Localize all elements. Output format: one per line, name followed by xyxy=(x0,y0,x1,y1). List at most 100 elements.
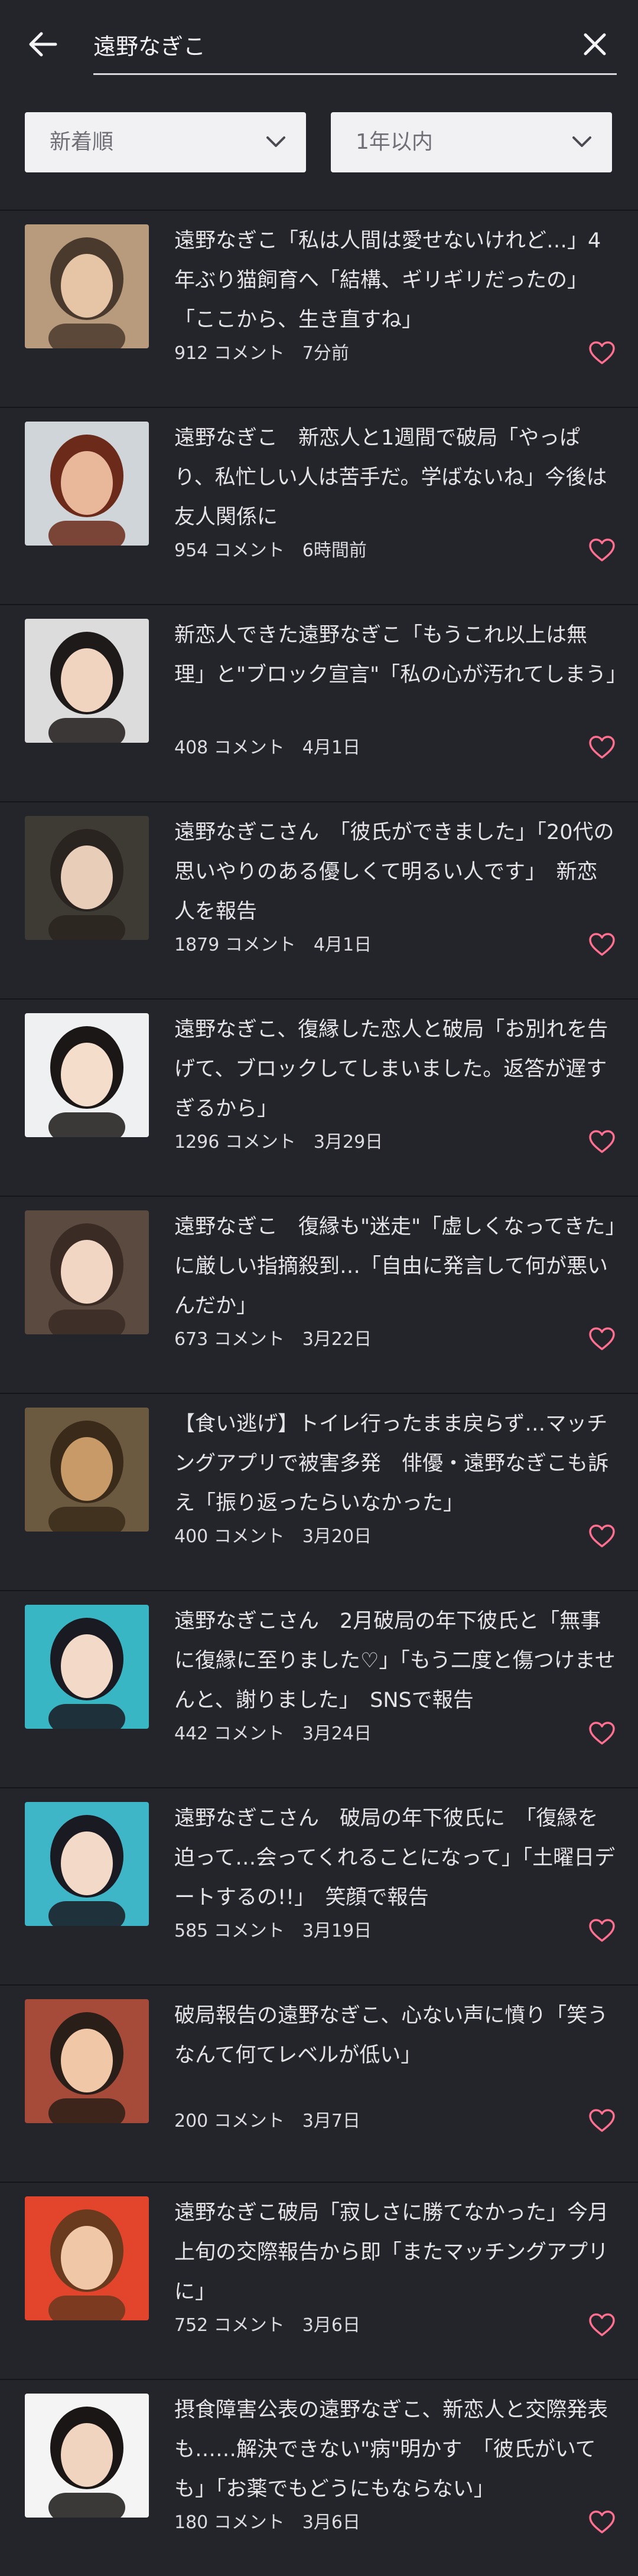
published-time: 3月29日 xyxy=(313,1132,383,1152)
comment-count: 585 コメント xyxy=(174,1921,285,1941)
article-title[interactable]: 摂食障害公表の遠野なぎこ、新恋人と交際発表も……解決できない"病"明かす 「彼氏… xyxy=(174,2391,617,2509)
search-underline xyxy=(93,73,617,75)
heart-icon xyxy=(589,2510,615,2533)
heart-icon xyxy=(589,2313,615,2336)
app-header xyxy=(0,0,638,89)
like-button[interactable] xyxy=(588,1327,616,1351)
like-button[interactable] xyxy=(588,1524,616,1549)
heart-icon xyxy=(589,1130,615,1153)
period-value: 1年以内 xyxy=(356,130,433,154)
article-thumbnail xyxy=(25,2394,149,2518)
article-item[interactable]: 破局報告の遠野なぎこ、心ない声に憤り「笑うなんて何てレベルが低い」 200 コメン… xyxy=(0,1984,638,2182)
article-thumbnail xyxy=(25,1408,149,1532)
article-item[interactable]: 遠野なぎこ、復縁した恋人と破局「お別れを告げて、ブロックしてしまいました。返答が… xyxy=(0,998,638,1196)
article-meta: 912 コメント 7分前 xyxy=(174,342,349,365)
comment-count: 673 コメント xyxy=(174,1329,285,1350)
article-title[interactable]: 遠野なぎこ 新恋人と1週間で破局「やっぱり、私忙しい人は苦手だ。学ばないね」今後… xyxy=(174,419,617,537)
comment-count: 400 コメント xyxy=(174,1526,285,1547)
article-thumbnail xyxy=(25,1999,149,2123)
article-meta: 673 コメント 3月22日 xyxy=(174,1328,372,1351)
article-item[interactable]: 【食い逃げ】トイレ行ったまま戻らず…マッチングアプリで被害多発 俳優・遠野なぎこ… xyxy=(0,1393,638,1590)
article-thumbnail xyxy=(25,1605,149,1729)
article-item[interactable]: 遠野なぎこさん 破局の年下彼氏に 「復縁を迫って…会ってくれることになって」「土… xyxy=(0,1787,638,1984)
comment-count: 752 コメント xyxy=(174,2315,285,2336)
heart-icon xyxy=(589,1524,615,1547)
like-button[interactable] xyxy=(588,2313,616,2337)
back-button[interactable] xyxy=(24,25,63,64)
published-time: 4月1日 xyxy=(302,737,360,758)
comment-count: 442 コメント xyxy=(174,1723,285,1744)
published-time: 3月24日 xyxy=(302,1723,372,1744)
article-title[interactable]: 遠野なぎこ破局「寂しさに勝てなかった」今月上旬の交際報告から即「またマッチングア… xyxy=(174,2193,617,2312)
article-meta: 180 コメント 3月6日 xyxy=(174,2511,360,2535)
heart-icon xyxy=(589,1919,615,1942)
article-thumbnail xyxy=(25,2196,149,2320)
article-title[interactable]: 【食い逃げ】トイレ行ったまま戻らず…マッチングアプリで被害多発 俳優・遠野なぎこ… xyxy=(174,1405,617,1523)
comment-count: 912 コメント xyxy=(174,343,285,364)
article-thumbnail xyxy=(25,224,149,348)
article-thumbnail xyxy=(25,422,149,546)
article-meta: 1879 コメント 4月1日 xyxy=(174,933,372,957)
article-meta: 585 コメント 3月19日 xyxy=(174,1919,372,1943)
filter-bar: 新着順 1年以内 xyxy=(0,89,638,218)
article-item[interactable]: 遠野なぎこさん 「彼氏ができました」「20代の思いやりのある優しくて明るい人です… xyxy=(0,801,638,998)
like-button[interactable] xyxy=(588,2108,616,2133)
close-icon xyxy=(584,33,606,55)
heart-icon xyxy=(589,1327,615,1350)
article-title[interactable]: 遠野なぎこ「私は人間は愛せないけれど…」4年ぶり猫飼育へ「結構、ギリギリだったの… xyxy=(174,221,617,340)
article-item[interactable]: 遠野なぎこ破局「寂しさに勝てなかった」今月上旬の交際報告から即「またマッチングア… xyxy=(0,2182,638,2379)
article-thumbnail xyxy=(25,619,149,743)
published-time: 6時間前 xyxy=(302,540,367,561)
like-button[interactable] xyxy=(588,735,616,760)
article-title[interactable]: 遠野なぎこさん 2月破局の年下彼氏と「無事に復縁に至りました♡」「もう二度と傷つ… xyxy=(174,1602,617,1720)
clear-search-button[interactable] xyxy=(577,26,613,63)
comment-count: 180 コメント xyxy=(174,2512,285,2533)
sort-order-select[interactable]: 新着順 xyxy=(25,112,306,172)
search-box xyxy=(93,22,617,76)
heart-icon xyxy=(589,2109,615,2132)
article-thumbnail xyxy=(25,816,149,940)
published-time: 7分前 xyxy=(302,343,349,364)
like-button[interactable] xyxy=(588,1918,616,1943)
article-item[interactable]: 遠野なぎこさん 2月破局の年下彼氏と「無事に復縁に至りました♡」「もう二度と傷つ… xyxy=(0,1590,638,1787)
article-title[interactable]: 遠野なぎこ、復縁した恋人と破局「お別れを告げて、ブロックしてしまいました。返答が… xyxy=(174,1010,617,1129)
article-title[interactable]: 破局報告の遠野なぎこ、心ない声に憤り「笑うなんて何てレベルが低い」 xyxy=(174,1996,617,2075)
comment-count: 200 コメント xyxy=(174,2111,285,2131)
like-button[interactable] xyxy=(588,538,616,563)
article-item[interactable]: 遠野なぎこ「私は人間は愛せないけれど…」4年ぶり猫飼育へ「結構、ギリギリだったの… xyxy=(0,210,638,407)
article-title[interactable]: 遠野なぎこ 復縁も"迷走"「虚しくなってきた」に厳しい指摘殺到…「自由に発言して… xyxy=(174,1207,617,1326)
article-title[interactable]: 遠野なぎこさん 破局の年下彼氏に 「復縁を迫って…会ってくれることになって」「土… xyxy=(174,1799,617,1918)
article-item[interactable]: 遠野なぎこ 新恋人と1週間で破局「やっぱり、私忙しい人は苦手だ。学ばないね」今後… xyxy=(0,407,638,604)
article-meta: 1296 コメント 3月29日 xyxy=(174,1131,383,1154)
article-thumbnail xyxy=(25,1210,149,1334)
article-meta: 408 コメント 4月1日 xyxy=(174,736,360,760)
article-meta: 752 コメント 3月6日 xyxy=(174,2314,360,2337)
comment-count: 1879 コメント xyxy=(174,935,296,955)
published-time: 3月20日 xyxy=(302,1526,372,1547)
arrow-left-icon xyxy=(29,32,57,57)
article-item[interactable]: 摂食障害公表の遠野なぎこ、新恋人と交際発表も……解決できない"病"明かす 「彼氏… xyxy=(0,2379,638,2576)
like-button[interactable] xyxy=(588,341,616,365)
article-title[interactable]: 新恋人できた遠野なぎこ「もうこれ以上は無理」と"ブロック宣言"「私の心が汚れてし… xyxy=(174,616,627,695)
like-button[interactable] xyxy=(588,1129,616,1154)
heart-icon xyxy=(589,341,615,364)
published-time: 3月22日 xyxy=(302,1329,372,1350)
sort-order-value: 新着順 xyxy=(50,130,114,154)
article-item[interactable]: 遠野なぎこ 復縁も"迷走"「虚しくなってきた」に厳しい指摘殺到…「自由に発言して… xyxy=(0,1196,638,1393)
comment-count: 954 コメント xyxy=(174,540,285,561)
article-title[interactable]: 遠野なぎこさん 「彼氏ができました」「20代の思いやりのある優しくて明るい人です… xyxy=(174,813,617,932)
chevron-down-icon xyxy=(266,136,285,147)
chevron-down-icon xyxy=(572,136,591,147)
search-input[interactable] xyxy=(93,22,530,66)
like-button[interactable] xyxy=(588,2510,616,2535)
comment-count: 408 コメント xyxy=(174,737,285,758)
article-meta: 200 コメント 3月7日 xyxy=(174,2110,360,2133)
like-button[interactable] xyxy=(588,932,616,957)
article-item[interactable]: 新恋人できた遠野なぎこ「もうこれ以上は無理」と"ブロック宣言"「私の心が汚れてし… xyxy=(0,604,638,801)
published-time: 4月1日 xyxy=(313,935,372,955)
article-meta: 954 コメント 6時間前 xyxy=(174,539,367,563)
like-button[interactable] xyxy=(588,1721,616,1746)
heart-icon xyxy=(589,538,615,561)
published-time: 3月19日 xyxy=(302,1921,372,1941)
period-select[interactable]: 1年以内 xyxy=(331,112,612,172)
